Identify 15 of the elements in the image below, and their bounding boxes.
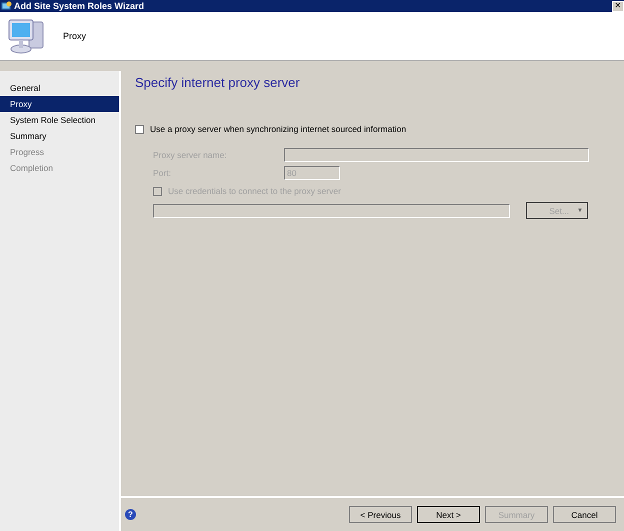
sidebar-item[interactable]: System Role Selection	[0, 112, 119, 128]
sidebar-item[interactable]: General	[0, 80, 119, 96]
sidebar-item[interactable]: Summary	[0, 128, 119, 144]
wizard-button[interactable]: Cancel	[553, 506, 616, 523]
section-heading: Specify internet proxy server	[135, 75, 301, 90]
wizard-button[interactable]: < Previous	[349, 506, 412, 523]
close-button[interactable]: ✕	[612, 0, 624, 12]
page-title: Proxy	[63, 31, 86, 41]
help-icon[interactable]: ?	[125, 509, 136, 520]
wizard-button[interactable]: Next >	[417, 506, 480, 523]
wizard-icon	[1, 0, 12, 12]
sidebar-item[interactable]: Proxy	[0, 96, 119, 112]
window-title: Add Site System Roles Wizard	[14, 1, 145, 11]
checkbox-label: Use a proxy server when synchronizing internet sourced information	[150, 124, 406, 134]
checkbox[interactable]	[135, 124, 144, 134]
